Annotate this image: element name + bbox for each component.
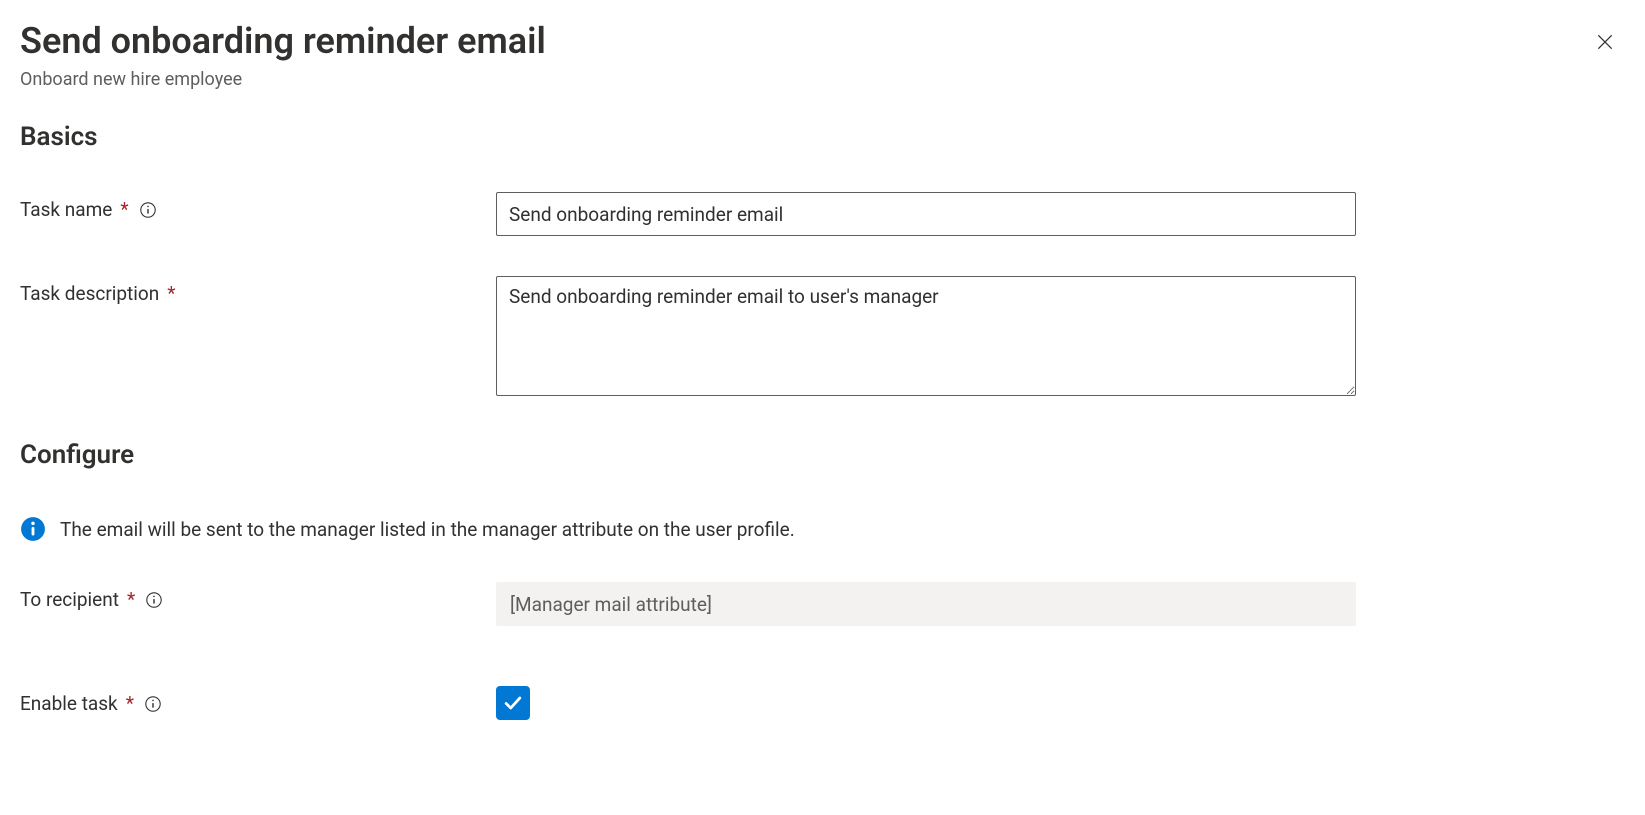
enable-task-label-group: Enable task * — [20, 686, 496, 715]
panel-title: Send onboarding reminder email — [20, 20, 1625, 63]
task-name-info-button[interactable] — [139, 201, 157, 219]
task-description-label-group: Task description * — [20, 276, 496, 305]
task-name-row: Task name * — [20, 192, 1625, 236]
task-name-label: Task name — [20, 198, 112, 221]
to-recipient-label: To recipient — [20, 588, 119, 611]
enable-task-row: Enable task * — [20, 686, 1625, 720]
close-button[interactable] — [1591, 28, 1619, 56]
close-icon — [1595, 32, 1615, 52]
basics-heading: Basics — [20, 122, 1625, 152]
info-banner-icon-wrap — [20, 516, 46, 542]
info-icon — [145, 591, 163, 609]
info-icon — [139, 201, 157, 219]
panel-header: Send onboarding reminder email Onboard n… — [20, 20, 1625, 90]
check-icon — [502, 692, 524, 714]
required-indicator: * — [120, 198, 128, 221]
info-banner-text: The email will be sent to the manager li… — [60, 518, 795, 541]
task-description-input[interactable] — [496, 276, 1356, 396]
info-filled-icon — [20, 516, 46, 542]
to-recipient-info-button[interactable] — [145, 591, 163, 609]
task-name-label-group: Task name * — [20, 192, 496, 221]
panel-subtitle: Onboard new hire employee — [20, 69, 1625, 90]
enable-task-label: Enable task — [20, 692, 118, 715]
to-recipient-row: To recipient * [Manager mail attribute] — [20, 582, 1625, 626]
task-description-row: Task description * — [20, 276, 1625, 400]
configure-heading: Configure — [20, 440, 1625, 470]
to-recipient-value: [Manager mail attribute] — [510, 593, 712, 616]
enable-task-checkbox[interactable] — [496, 686, 530, 720]
enable-task-info-button[interactable] — [144, 695, 162, 713]
required-indicator: * — [167, 282, 175, 305]
required-indicator: * — [127, 588, 135, 611]
required-indicator: * — [126, 692, 134, 715]
info-icon — [144, 695, 162, 713]
task-name-input[interactable] — [496, 192, 1356, 236]
info-banner: The email will be sent to the manager li… — [20, 516, 1625, 542]
to-recipient-label-group: To recipient * — [20, 582, 496, 611]
to-recipient-field: [Manager mail attribute] — [496, 582, 1356, 626]
task-description-label: Task description — [20, 282, 159, 305]
